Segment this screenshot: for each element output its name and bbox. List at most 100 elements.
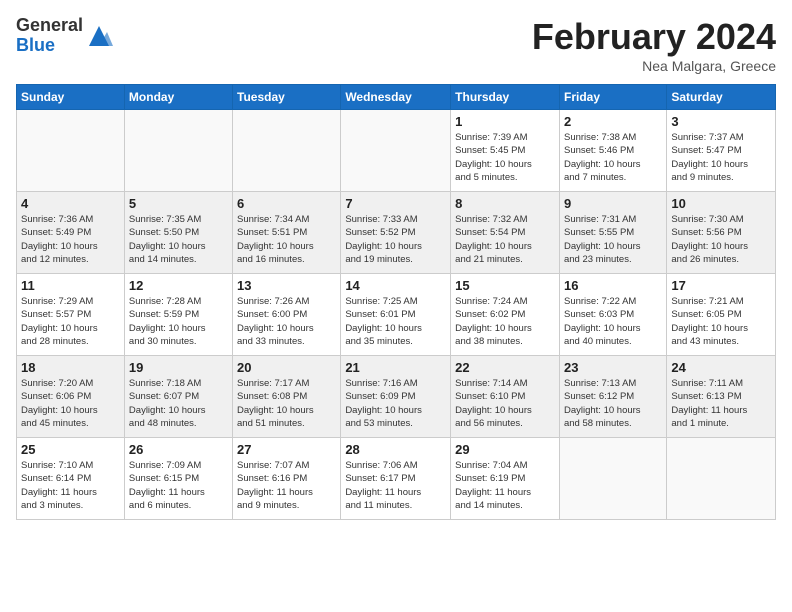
- day-info: Sunrise: 7:36 AM Sunset: 5:49 PM Dayligh…: [21, 213, 120, 266]
- table-row: 18 Sunrise: 7:20 AM Sunset: 6:06 PM Dayli…: [17, 356, 125, 438]
- calendar-week-row: 1 Sunrise: 7:39 AM Sunset: 5:45 PM Daylig…: [17, 110, 776, 192]
- header-friday: Friday: [559, 85, 666, 110]
- table-row: 12 Sunrise: 7:28 AM Sunset: 5:59 PM Dayli…: [124, 274, 232, 356]
- day-number: 4: [21, 196, 120, 211]
- day-number: 24: [671, 360, 771, 375]
- table-row: [667, 438, 776, 520]
- day-number: 28: [345, 442, 446, 457]
- day-info: Sunrise: 7:06 AM Sunset: 6:17 PM Dayligh…: [345, 459, 446, 512]
- calendar-week-row: 25 Sunrise: 7:10 AM Sunset: 6:14 PM Dayli…: [17, 438, 776, 520]
- day-info: Sunrise: 7:26 AM Sunset: 6:00 PM Dayligh…: [237, 295, 336, 348]
- table-row: 16 Sunrise: 7:22 AM Sunset: 6:03 PM Dayli…: [559, 274, 666, 356]
- page-header: General Blue February 2024 Nea Malgara, …: [16, 16, 776, 74]
- logo-blue: Blue: [16, 36, 83, 56]
- day-info: Sunrise: 7:10 AM Sunset: 6:14 PM Dayligh…: [21, 459, 120, 512]
- day-number: 19: [129, 360, 228, 375]
- table-row: 6Sunrise: 7:34 AM Sunset: 5:51 PM Daylig…: [233, 192, 341, 274]
- day-info: Sunrise: 7:30 AM Sunset: 5:56 PM Dayligh…: [671, 213, 771, 266]
- day-info: Sunrise: 7:04 AM Sunset: 6:19 PM Dayligh…: [455, 459, 555, 512]
- table-row: 20 Sunrise: 7:17 AM Sunset: 6:08 PM Dayli…: [233, 356, 341, 438]
- month-title: February 2024: [532, 16, 776, 58]
- day-number: 18: [21, 360, 120, 375]
- day-info: Sunrise: 7:38 AM Sunset: 5:46 PM Dayligh…: [564, 131, 662, 184]
- day-info: Sunrise: 7:32 AM Sunset: 5:54 PM Dayligh…: [455, 213, 555, 266]
- day-info: Sunrise: 7:39 AM Sunset: 5:45 PM Dayligh…: [455, 131, 555, 184]
- day-number: 27: [237, 442, 336, 457]
- table-row: 4 Sunrise: 7:36 AM Sunset: 5:49 PM Daylig…: [17, 192, 125, 274]
- table-row: 3 Sunrise: 7:37 AM Sunset: 5:47 PM Daylig…: [667, 110, 776, 192]
- table-row: 11Sunrise: 7:29 AM Sunset: 5:57 PM Dayli…: [17, 274, 125, 356]
- table-row: 21 Sunrise: 7:16 AM Sunset: 6:09 PM Dayli…: [341, 356, 451, 438]
- location-subtitle: Nea Malgara, Greece: [532, 58, 776, 74]
- day-info: Sunrise: 7:22 AM Sunset: 6:03 PM Dayligh…: [564, 295, 662, 348]
- table-row: 23Sunrise: 7:13 AM Sunset: 6:12 PM Dayli…: [559, 356, 666, 438]
- calendar-week-row: 18 Sunrise: 7:20 AM Sunset: 6:06 PM Dayli…: [17, 356, 776, 438]
- table-row: 8 Sunrise: 7:32 AM Sunset: 5:54 PM Daylig…: [451, 192, 560, 274]
- logo: General Blue: [16, 16, 113, 56]
- table-row: [341, 110, 451, 192]
- day-number: 6: [237, 196, 336, 211]
- day-info: Sunrise: 7:18 AM Sunset: 6:07 PM Dayligh…: [129, 377, 228, 430]
- day-info: Sunrise: 7:07 AM Sunset: 6:16 PM Dayligh…: [237, 459, 336, 512]
- day-number: 5: [129, 196, 228, 211]
- table-row: 22 Sunrise: 7:14 AM Sunset: 6:10 PM Dayli…: [451, 356, 560, 438]
- table-row: [559, 438, 666, 520]
- day-number: 14: [345, 278, 446, 293]
- header-sunday: Sunday: [17, 85, 125, 110]
- table-row: 9Sunrise: 7:31 AM Sunset: 5:55 PM Daylig…: [559, 192, 666, 274]
- day-number: 8: [455, 196, 555, 211]
- table-row: [124, 110, 232, 192]
- day-info: Sunrise: 7:37 AM Sunset: 5:47 PM Dayligh…: [671, 131, 771, 184]
- table-row: 27 Sunrise: 7:07 AM Sunset: 6:16 PM Dayli…: [233, 438, 341, 520]
- calendar-week-row: 11Sunrise: 7:29 AM Sunset: 5:57 PM Dayli…: [17, 274, 776, 356]
- day-number: 1: [455, 114, 555, 129]
- day-number: 3: [671, 114, 771, 129]
- table-row: 13Sunrise: 7:26 AM Sunset: 6:00 PM Dayli…: [233, 274, 341, 356]
- table-row: 17Sunrise: 7:21 AM Sunset: 6:05 PM Dayli…: [667, 274, 776, 356]
- day-number: 20: [237, 360, 336, 375]
- table-row: 29Sunrise: 7:04 AM Sunset: 6:19 PM Dayli…: [451, 438, 560, 520]
- day-number: 15: [455, 278, 555, 293]
- day-number: 21: [345, 360, 446, 375]
- table-row: 15 Sunrise: 7:24 AM Sunset: 6:02 PM Dayli…: [451, 274, 560, 356]
- day-info: Sunrise: 7:33 AM Sunset: 5:52 PM Dayligh…: [345, 213, 446, 266]
- day-info: Sunrise: 7:13 AM Sunset: 6:12 PM Dayligh…: [564, 377, 662, 430]
- day-number: 9: [564, 196, 662, 211]
- calendar-header-row: Sunday Monday Tuesday Wednesday Thursday…: [17, 85, 776, 110]
- day-number: 16: [564, 278, 662, 293]
- header-saturday: Saturday: [667, 85, 776, 110]
- table-row: 24Sunrise: 7:11 AM Sunset: 6:13 PM Dayli…: [667, 356, 776, 438]
- table-row: 2 Sunrise: 7:38 AM Sunset: 5:46 PM Daylig…: [559, 110, 666, 192]
- day-info: Sunrise: 7:24 AM Sunset: 6:02 PM Dayligh…: [455, 295, 555, 348]
- table-row: [17, 110, 125, 192]
- table-row: 26Sunrise: 7:09 AM Sunset: 6:15 PM Dayli…: [124, 438, 232, 520]
- table-row: 25 Sunrise: 7:10 AM Sunset: 6:14 PM Dayli…: [17, 438, 125, 520]
- day-info: Sunrise: 7:14 AM Sunset: 6:10 PM Dayligh…: [455, 377, 555, 430]
- table-row: 5Sunrise: 7:35 AM Sunset: 5:50 PM Daylig…: [124, 192, 232, 274]
- logo-icon: [85, 22, 113, 50]
- day-number: 11: [21, 278, 120, 293]
- logo-general: General: [16, 16, 83, 36]
- table-row: 14 Sunrise: 7:25 AM Sunset: 6:01 PM Dayli…: [341, 274, 451, 356]
- header-thursday: Thursday: [451, 85, 560, 110]
- day-number: 2: [564, 114, 662, 129]
- calendar-table: Sunday Monday Tuesday Wednesday Thursday…: [16, 84, 776, 520]
- header-tuesday: Tuesday: [233, 85, 341, 110]
- day-info: Sunrise: 7:28 AM Sunset: 5:59 PM Dayligh…: [129, 295, 228, 348]
- day-info: Sunrise: 7:16 AM Sunset: 6:09 PM Dayligh…: [345, 377, 446, 430]
- table-row: 19 Sunrise: 7:18 AM Sunset: 6:07 PM Dayli…: [124, 356, 232, 438]
- table-row: 1 Sunrise: 7:39 AM Sunset: 5:45 PM Daylig…: [451, 110, 560, 192]
- title-area: February 2024 Nea Malgara, Greece: [532, 16, 776, 74]
- day-info: Sunrise: 7:17 AM Sunset: 6:08 PM Dayligh…: [237, 377, 336, 430]
- day-number: 12: [129, 278, 228, 293]
- day-number: 17: [671, 278, 771, 293]
- day-number: 25: [21, 442, 120, 457]
- header-wednesday: Wednesday: [341, 85, 451, 110]
- day-info: Sunrise: 7:25 AM Sunset: 6:01 PM Dayligh…: [345, 295, 446, 348]
- header-monday: Monday: [124, 85, 232, 110]
- day-number: 26: [129, 442, 228, 457]
- day-number: 7: [345, 196, 446, 211]
- day-number: 22: [455, 360, 555, 375]
- table-row: [233, 110, 341, 192]
- day-info: Sunrise: 7:20 AM Sunset: 6:06 PM Dayligh…: [21, 377, 120, 430]
